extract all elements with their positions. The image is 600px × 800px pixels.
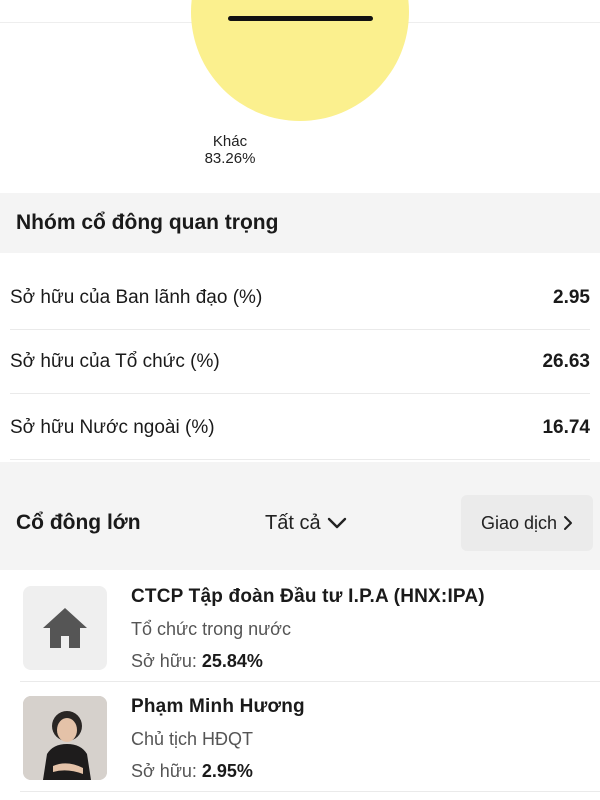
major-shareholders-header: Cổ đông lớn Tất cả Giao dịch (0, 476, 600, 570)
shareholder-name: CTCP Tập đoàn Đầu tư I.P.A (HNX:IPA) (131, 586, 485, 607)
pie-slice-label: Khác 83.26% (170, 133, 290, 167)
chevron-right-icon (564, 516, 573, 530)
transactions-button[interactable]: Giao dịch (461, 495, 593, 551)
row-divider (20, 791, 600, 792)
stat-label: Sở hữu của Ban lãnh đạo (%) (10, 287, 263, 308)
stat-value: 2.95 (553, 287, 590, 308)
major-shareholders-title: Cổ đông lớn (16, 511, 141, 534)
pie-slice-value: 83.26% (204, 150, 256, 167)
shareholder-item[interactable]: CTCP Tập đoàn Đầu tư I.P.A (HNX:IPA) Tổ … (0, 572, 600, 682)
shareholder-type: Tổ chức trong nước (131, 619, 291, 639)
filter-label: Tất cả (265, 511, 321, 534)
stat-row-institution: Sở hữu của Tổ chức (%) 26.63 (0, 330, 600, 394)
shareholder-ownership: Sở hữu: 25.84% (131, 651, 263, 672)
section-gap (0, 462, 600, 476)
ownership-value: 25.84% (201, 651, 263, 671)
key-shareholders-title: Nhóm cổ đông quan trọng (16, 211, 279, 234)
filter-dropdown[interactable]: Tất cả (265, 476, 347, 570)
ownership-label: Sở hữu: (131, 651, 202, 671)
drag-handle[interactable] (228, 16, 373, 21)
transactions-label: Giao dịch (480, 512, 558, 533)
avatar (23, 696, 107, 780)
row-divider (10, 393, 590, 394)
row-divider (10, 459, 590, 460)
stat-label: Sở hữu Nước ngoài (%) (10, 417, 215, 438)
chevron-down-icon (327, 517, 346, 529)
pie-slice-name: Khác (212, 133, 248, 150)
stat-value: 26.63 (542, 351, 590, 372)
ownership-value: 2.95% (201, 761, 253, 781)
stat-label: Sở hữu của Tổ chức (%) (10, 351, 220, 372)
key-shareholders-header: Nhóm cổ đông quan trọng (0, 193, 600, 253)
shareholder-ownership: Sở hữu: 2.95% (131, 761, 253, 782)
home-icon (23, 586, 107, 670)
shareholder-item[interactable]: Phạm Minh Hương Chủ tịch HĐQT Sở hữu: 2.… (0, 682, 600, 792)
ownership-pie-chart (0, 0, 600, 190)
shareholder-name: Phạm Minh Hương (131, 696, 305, 717)
ownership-label: Sở hữu: (131, 761, 202, 781)
shareholder-type: Chủ tịch HĐQT (131, 729, 254, 749)
stat-value: 16.74 (542, 417, 590, 438)
stat-row-management: Sở hữu của Ban lãnh đạo (%) 2.95 (0, 266, 600, 330)
stat-row-foreign: Sở hữu Nước ngoài (%) 16.74 (0, 396, 600, 460)
pie-svg (191, 0, 409, 121)
